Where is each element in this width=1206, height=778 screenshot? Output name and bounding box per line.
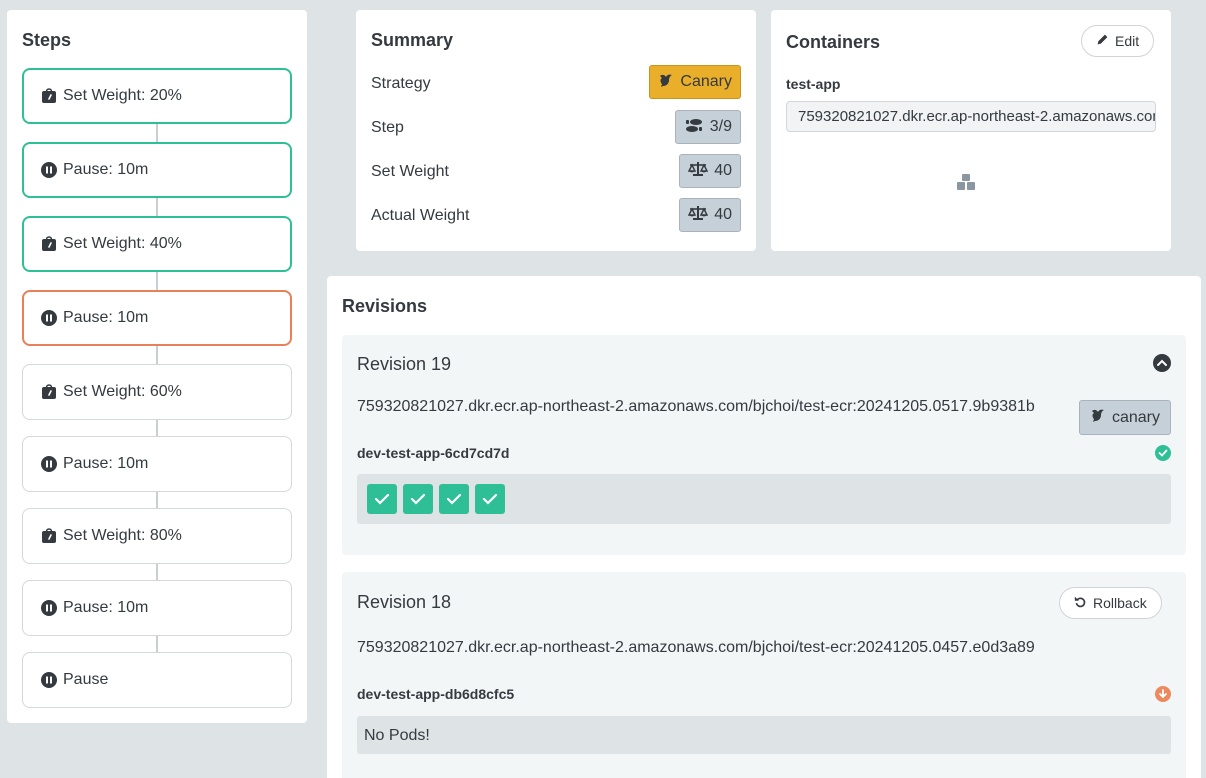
balance-scale-icon <box>688 205 709 226</box>
steps-title: Steps <box>22 30 72 50</box>
summary-title: Summary <box>371 30 454 50</box>
step-pause[interactable]: Pause <box>22 652 292 708</box>
step-set-weight-80[interactable]: Set Weight: 80% <box>22 508 292 564</box>
set-weight-label: Set Weight <box>371 163 449 180</box>
step-connector <box>156 198 158 218</box>
step-label: Pause: 10m <box>63 455 149 472</box>
canary-bird-icon <box>658 72 674 93</box>
revision-card: Revision 18 Rollback 759320821027.dkr.ec… <box>342 572 1186 778</box>
chevron-up-icon[interactable] <box>1153 354 1171 377</box>
step-connector <box>156 272 158 292</box>
weight-icon <box>41 88 57 104</box>
rollback-button[interactable]: Rollback <box>1059 587 1162 619</box>
revision-image: 759320821027.dkr.ecr.ap-northeast-2.amaz… <box>357 639 1035 656</box>
check-icon <box>446 493 462 505</box>
step-connector <box>156 562 158 580</box>
rollback-label: Rollback <box>1093 595 1147 611</box>
step-label: Step <box>371 119 404 136</box>
weight-icon <box>41 236 57 252</box>
pause-icon <box>41 456 57 472</box>
arrow-circle-down-icon <box>1155 686 1171 707</box>
pod-strip: No Pods! <box>357 716 1171 754</box>
container-name: test-app <box>786 76 841 92</box>
revision-image: 759320821027.dkr.ecr.ap-northeast-2.amaz… <box>357 398 1035 415</box>
canary-badge-label: canary <box>1111 408 1160 426</box>
revision-title: Revision 18 <box>357 592 452 612</box>
no-pods-message: No Pods! <box>364 727 430 744</box>
step-connector <box>156 346 158 364</box>
step-badge: 3/9 <box>674 110 741 144</box>
step-pause-10m[interactable]: Pause: 10m <box>22 436 292 492</box>
weight-icon <box>41 528 57 544</box>
pod-healthy[interactable] <box>403 484 433 514</box>
check-icon <box>374 493 390 505</box>
pencil-icon <box>1096 33 1109 49</box>
step-connector <box>156 490 158 508</box>
step-set-weight-40[interactable]: Set Weight: 40% <box>22 216 292 272</box>
revision-card: Revision 19 759320821027.dkr.ecr.ap-nort… <box>342 335 1186 555</box>
step-label: Set Weight: 20% <box>63 87 182 104</box>
step-label: Pause: 10m <box>63 309 149 326</box>
edit-button[interactable]: Edit <box>1081 25 1155 57</box>
step-set-weight-60[interactable]: Set Weight: 60% <box>22 364 292 420</box>
revisions-panel: Revisions Revision 19 759320821027.dkr.e… <box>327 276 1201 778</box>
revisions-title: Revisions <box>342 296 428 316</box>
step-label: Pause: 10m <box>63 161 149 178</box>
boxes-icon <box>956 173 976 196</box>
strategy-value: Canary <box>680 73 732 90</box>
strategy-badge: Canary <box>649 65 741 99</box>
steps-panel: Steps Set Weight: 20% Pause: 10m Set Wei… <box>7 10 307 723</box>
strategy-label: Strategy <box>371 75 431 92</box>
step-label: Set Weight: 60% <box>63 383 182 400</box>
pod-healthy[interactable] <box>475 484 505 514</box>
check-icon <box>482 493 498 505</box>
actual-weight-value: 40 <box>714 206 732 223</box>
canary-badge: canary <box>1078 400 1171 435</box>
pod-healthy[interactable] <box>367 484 397 514</box>
step-label: Set Weight: 40% <box>63 235 182 252</box>
check-circle-icon <box>1155 445 1171 466</box>
edit-label: Edit <box>1115 33 1140 49</box>
containers-title: Containers <box>786 32 881 52</box>
replicaset-name: dev-test-app-db6d8cfc5 <box>357 686 515 702</box>
step-label: Pause <box>63 671 109 688</box>
shoe-prints-icon <box>684 117 704 138</box>
pause-icon <box>41 600 57 616</box>
containers-panel: Containers Edit test-app 759320821027.dk… <box>771 10 1171 251</box>
step-label: Set Weight: 80% <box>63 527 182 544</box>
revision-title: Revision 19 <box>357 354 452 374</box>
step-pause-10m[interactable]: Pause: 10m <box>22 142 292 198</box>
pod-healthy[interactable] <box>439 484 469 514</box>
step-value: 3/9 <box>709 118 732 135</box>
balance-scale-icon <box>688 161 709 182</box>
pod-strip <box>357 474 1171 524</box>
replicaset-name: dev-test-app-6cd7cd7d <box>357 445 510 461</box>
canary-bird-icon <box>1090 407 1106 428</box>
weight-icon <box>41 384 57 400</box>
step-pause-10m-active[interactable]: Pause: 10m <box>22 290 292 346</box>
set-weight-badge: 40 <box>679 154 741 188</box>
check-icon <box>410 493 426 505</box>
actual-weight-badge: 40 <box>679 198 741 232</box>
pause-icon <box>41 162 57 178</box>
step-connector <box>156 124 158 144</box>
step-set-weight-20[interactable]: Set Weight: 20% <box>22 68 292 124</box>
pause-icon <box>41 672 57 688</box>
pause-icon <box>41 310 57 326</box>
summary-panel: Summary Strategy Canary Step 3/9 Set Wei… <box>356 10 756 251</box>
step-connector <box>156 634 158 652</box>
step-label: Pause: 10m <box>63 599 149 616</box>
step-pause-10m[interactable]: Pause: 10m <box>22 580 292 636</box>
container-image-input[interactable]: 759320821027.dkr.ecr.ap-northeast-2.amaz… <box>786 101 1156 132</box>
set-weight-value: 40 <box>714 162 732 179</box>
undo-icon <box>1074 595 1087 611</box>
actual-weight-label: Actual Weight <box>371 207 470 224</box>
step-connector <box>156 418 158 436</box>
